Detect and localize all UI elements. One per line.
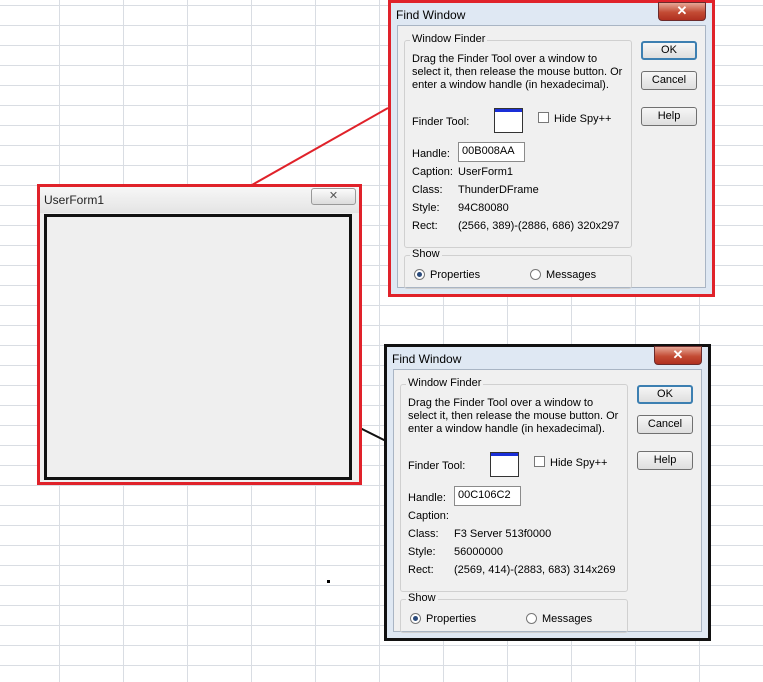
- dialog-body: Window Finder Drag the Finder Tool over …: [397, 25, 706, 289]
- dialog-close-button[interactable]: ✕: [654, 346, 702, 365]
- messages-label: Messages: [546, 269, 597, 281]
- userform-client-area: [44, 214, 352, 480]
- dialog-titlebar[interactable]: Find Window ✕: [391, 2, 712, 25]
- handle-label: Handle:: [408, 492, 446, 504]
- hide-spy-label: Hide Spy++: [554, 113, 612, 125]
- class-label: Class:: [408, 528, 439, 540]
- find-window-dialog-bottom: Find Window ✕ Window Finder Drag the Fin…: [384, 344, 711, 641]
- ok-button[interactable]: OK: [641, 41, 697, 60]
- messages-label: Messages: [542, 613, 593, 625]
- properties-label: Properties: [426, 613, 477, 625]
- close-icon: ✕: [676, 3, 688, 18]
- properties-radio[interactable]: [414, 269, 425, 280]
- show-label: Show: [410, 248, 442, 260]
- finder-description: Drag the Finder Tool over a window to se…: [412, 53, 623, 91]
- show-group: Show Properties Messages: [400, 592, 628, 633]
- class-value: ThunderDFrame: [458, 184, 539, 196]
- finder-description: Drag the Finder Tool over a window to se…: [408, 397, 619, 435]
- finder-tool-icon[interactable]: [490, 452, 519, 477]
- red-connector-line: [235, 107, 389, 195]
- properties-label: Properties: [430, 269, 481, 281]
- style-label: Style:: [412, 202, 440, 214]
- handle-label: Handle:: [412, 148, 450, 160]
- close-icon: ✕: [328, 190, 339, 202]
- userform-close-button[interactable]: ✕: [311, 188, 356, 205]
- class-value: F3 Server 513f0000: [454, 528, 552, 540]
- userform-title: UserForm1: [44, 193, 105, 207]
- handle-input[interactable]: 00C106C2: [454, 486, 521, 506]
- handle-input[interactable]: 00B008AA: [458, 142, 525, 162]
- class-label: Class:: [412, 184, 443, 196]
- messages-radio[interactable]: [526, 613, 537, 624]
- window-finder-group: Window Finder Drag the Finder Tool over …: [400, 377, 628, 592]
- style-value: 56000000: [454, 546, 503, 558]
- dialog-title: Find Window: [392, 352, 462, 366]
- hide-spy-checkbox[interactable]: [534, 456, 545, 467]
- caption-label: Caption:: [412, 166, 453, 178]
- dialog-title: Find Window: [396, 8, 466, 22]
- window-finder-label: Window Finder: [410, 33, 488, 45]
- rect-label: Rect:: [412, 220, 438, 232]
- rect-label: Rect:: [408, 564, 434, 576]
- caption-label: Caption:: [408, 510, 449, 522]
- userform-titlebar[interactable]: UserForm1 ✕: [40, 187, 359, 213]
- window-finder-label: Window Finder: [406, 377, 484, 389]
- window-finder-group: Window Finder Drag the Finder Tool over …: [404, 33, 632, 248]
- messages-radio[interactable]: [530, 269, 541, 280]
- show-label: Show: [406, 592, 438, 604]
- help-button[interactable]: Help: [637, 451, 693, 470]
- stray-dot: [327, 580, 330, 583]
- style-label: Style:: [408, 546, 436, 558]
- cancel-button[interactable]: Cancel: [637, 415, 693, 434]
- ok-button[interactable]: OK: [637, 385, 693, 404]
- dialog-close-button[interactable]: ✕: [658, 2, 706, 21]
- hide-spy-label: Hide Spy++: [550, 457, 608, 469]
- userform-window: UserForm1 ✕: [37, 184, 362, 485]
- rect-value: (2566, 389)-(2886, 686) 320x297: [458, 220, 620, 232]
- close-icon: ✕: [672, 347, 684, 362]
- caption-value: UserForm1: [458, 166, 514, 178]
- dialog-body: Window Finder Drag the Finder Tool over …: [393, 369, 702, 633]
- finder-tool-label: Finder Tool:: [412, 116, 470, 128]
- hide-spy-checkbox[interactable]: [538, 112, 549, 123]
- find-window-dialog-top: Find Window ✕ Window Finder Drag the Fin…: [388, 0, 715, 297]
- show-group: Show Properties Messages: [404, 248, 632, 289]
- finder-tool-icon[interactable]: [494, 108, 523, 133]
- help-button[interactable]: Help: [641, 107, 697, 126]
- dialog-titlebar[interactable]: Find Window ✕: [387, 346, 708, 369]
- finder-tool-label: Finder Tool:: [408, 460, 466, 472]
- style-value: 94C80080: [458, 202, 509, 214]
- cancel-button[interactable]: Cancel: [641, 71, 697, 90]
- properties-radio[interactable]: [410, 613, 421, 624]
- rect-value: (2569, 414)-(2883, 683) 314x269: [454, 564, 616, 576]
